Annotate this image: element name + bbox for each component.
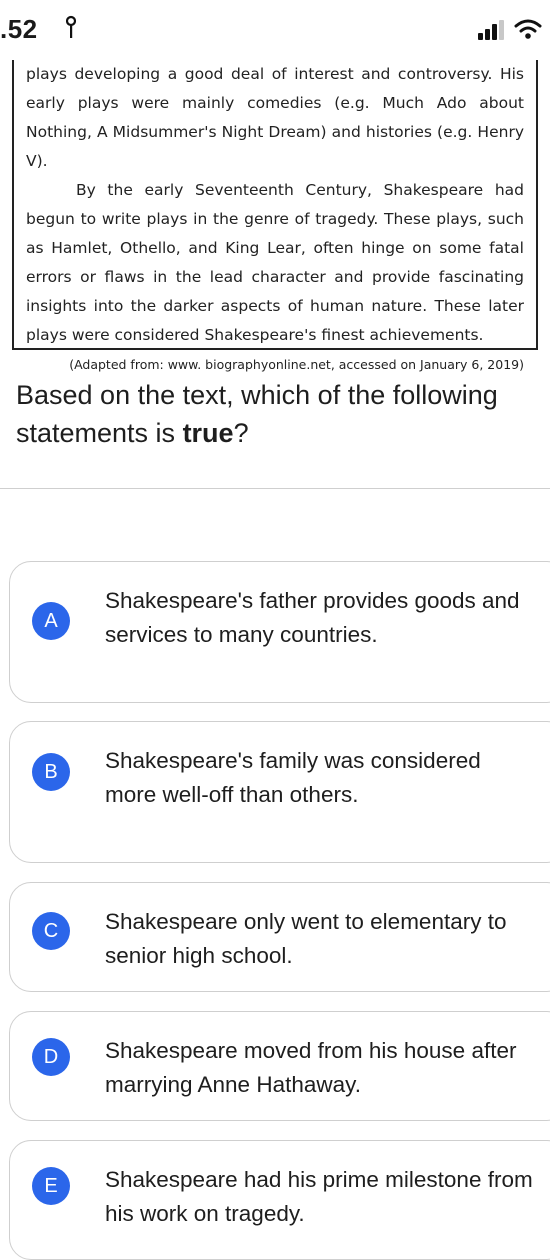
reading-passage: plays developing a good deal of interest… xyxy=(12,60,538,372)
answer-option-c[interactable]: C Shakespeare only went to elementary to… xyxy=(9,882,550,992)
divider xyxy=(0,488,550,489)
status-time: .52 xyxy=(0,14,38,44)
option-letter-badge: A xyxy=(32,602,70,640)
signal-icon xyxy=(478,20,504,40)
answer-option-b[interactable]: B Shakespeare's family was considered mo… xyxy=(9,721,550,863)
answer-option-d[interactable]: D Shakespeare moved from his house after… xyxy=(9,1011,550,1121)
wifi-icon xyxy=(514,19,542,39)
option-letter-badge: C xyxy=(32,912,70,950)
option-letter-badge: E xyxy=(32,1167,70,1205)
answer-option-a[interactable]: A Shakespeare's father provides goods an… xyxy=(9,561,550,703)
question-emphasis: true xyxy=(182,418,234,448)
passage-source: (Adapted from: www. biographyonline.net,… xyxy=(69,357,524,372)
option-letter-badge: D xyxy=(32,1038,70,1076)
option-text: Shakespeare only went to elementary to s… xyxy=(105,909,507,968)
question-text: Based on the text, which of the followin… xyxy=(16,376,541,452)
option-letter-badge: B xyxy=(32,753,70,791)
option-text: Shakespeare's family was considered more… xyxy=(105,748,481,807)
option-text: Shakespeare moved from his house after m… xyxy=(105,1038,517,1097)
passage-paragraph: plays developing a good deal of interest… xyxy=(26,65,524,170)
location-icon xyxy=(66,15,76,38)
option-text: Shakespeare's father provides goods and … xyxy=(105,588,520,647)
option-text: Shakespeare had his prime milestone from… xyxy=(105,1167,533,1226)
question-prefix: Based on the text, which of the followin… xyxy=(16,380,498,448)
status-bar: .52 xyxy=(0,0,550,60)
passage-paragraph: By the early Seventeenth Century, Shakes… xyxy=(26,181,524,344)
question-suffix: ? xyxy=(233,418,249,448)
answer-option-e[interactable]: E Shakespeare had his prime milestone fr… xyxy=(9,1140,550,1260)
